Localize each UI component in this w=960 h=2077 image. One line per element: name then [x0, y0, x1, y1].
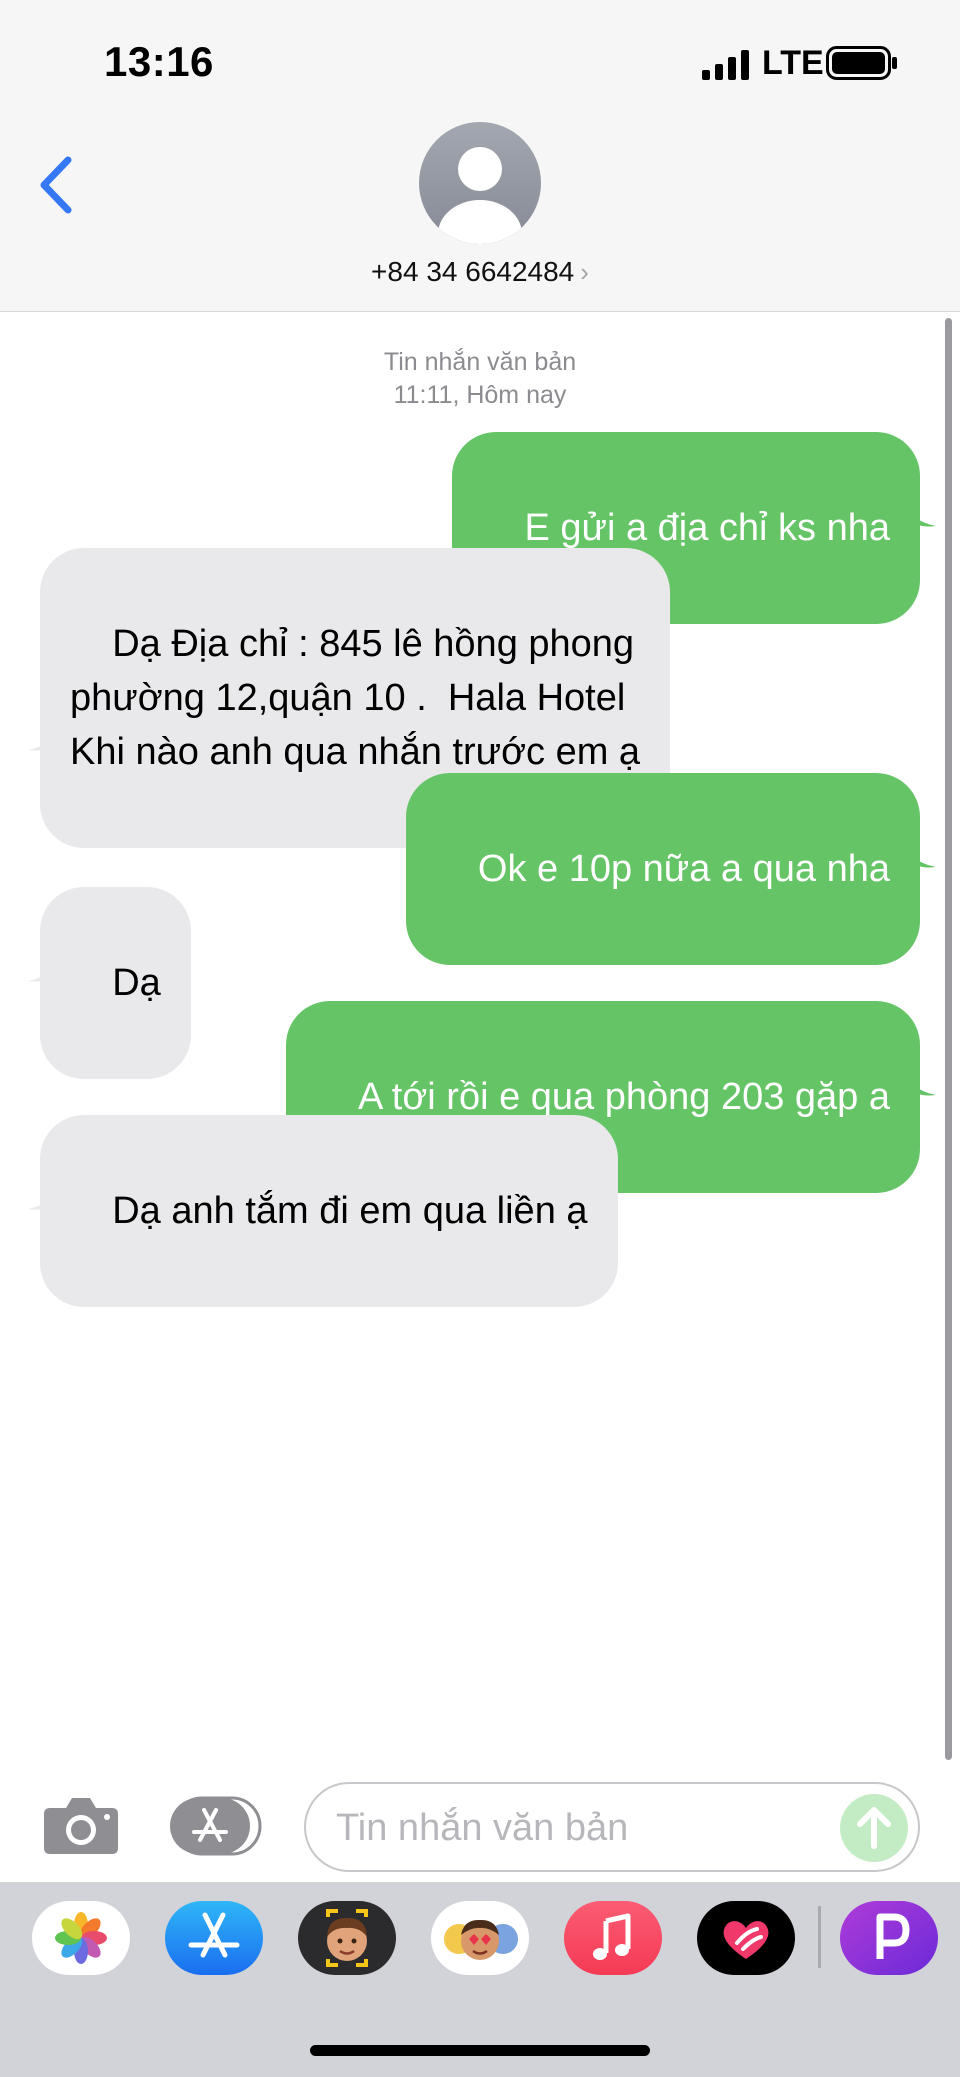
message-text: A tới rồi e qua phòng 203 gặp a: [358, 1076, 890, 1118]
chevron-right-icon: ›: [580, 257, 589, 287]
messages-screen: 13:16 LTE +84 34 6642484 › Tin nhắn văn …: [0, 0, 960, 2077]
message-input[interactable]: [336, 1802, 816, 1854]
status-time: 13:16: [104, 38, 214, 85]
network-type-label: LTE: [762, 44, 824, 82]
drawer-divider: [818, 1906, 821, 1968]
digital-touch-icon[interactable]: [697, 1901, 795, 1975]
send-arrow-icon[interactable]: [840, 1794, 908, 1862]
contact-avatar-icon[interactable]: [419, 122, 541, 244]
bubble-tail: [28, 953, 60, 982]
app-drawer: [0, 1882, 960, 2077]
app-store-icon[interactable]: [170, 1796, 262, 1856]
photos-icon[interactable]: [32, 1901, 130, 1975]
message-type-label: Tin nhắn văn bản: [383, 348, 577, 376]
camera-icon[interactable]: [42, 1794, 120, 1856]
message-text: Dạ anh tắm đi em qua liền ạ: [112, 1190, 588, 1232]
thread-scrollbar[interactable]: [945, 318, 952, 1760]
message-text: Ok e 10p nữa a qua nha: [477, 848, 890, 890]
bubble-tail: [904, 1067, 936, 1096]
cellular-signal-icon: [702, 50, 749, 80]
back-chevron-icon[interactable]: [34, 150, 84, 220]
bubble-tail: [904, 498, 936, 527]
received-message-bubble[interactable]: Dạ: [40, 887, 191, 1079]
bubble-tail: [904, 839, 936, 868]
sent-message-bubble[interactable]: Ok e 10p nữa a qua nha: [405, 773, 920, 965]
message-text: E gửi a địa chỉ ks nha: [524, 507, 890, 549]
animoji-icon[interactable]: [431, 1901, 529, 1975]
app-store-drawer-icon[interactable]: [165, 1901, 263, 1975]
bubble-tail: [28, 1181, 60, 1210]
memoji-stickers-icon[interactable]: [298, 1901, 396, 1975]
message-text: Dạ: [112, 962, 161, 1004]
message-input-field[interactable]: [304, 1782, 920, 1872]
contact-number: +84 34 6642484: [371, 256, 575, 287]
received-message-bubble[interactable]: Dạ anh tắm đi em qua liền ạ: [40, 1115, 618, 1307]
battery-icon: [826, 46, 897, 80]
conversation-header: 13:16 LTE +84 34 6642484 ›: [0, 0, 960, 312]
message-text: Dạ Địa chỉ : 845 lê hồng phong phường 12…: [70, 623, 641, 773]
home-indicator[interactable]: [310, 2045, 650, 2056]
contact-name-button[interactable]: +84 34 6642484 ›: [0, 256, 960, 288]
purple-p-app-icon[interactable]: [840, 1901, 938, 1975]
bubble-tail: [28, 722, 60, 751]
message-time-label: 11:11, Hôm nay: [393, 381, 567, 409]
thread-timestamp: Tin nhắn văn bản 11:11, Hôm nay: [0, 346, 960, 412]
music-icon[interactable]: [564, 1901, 662, 1975]
